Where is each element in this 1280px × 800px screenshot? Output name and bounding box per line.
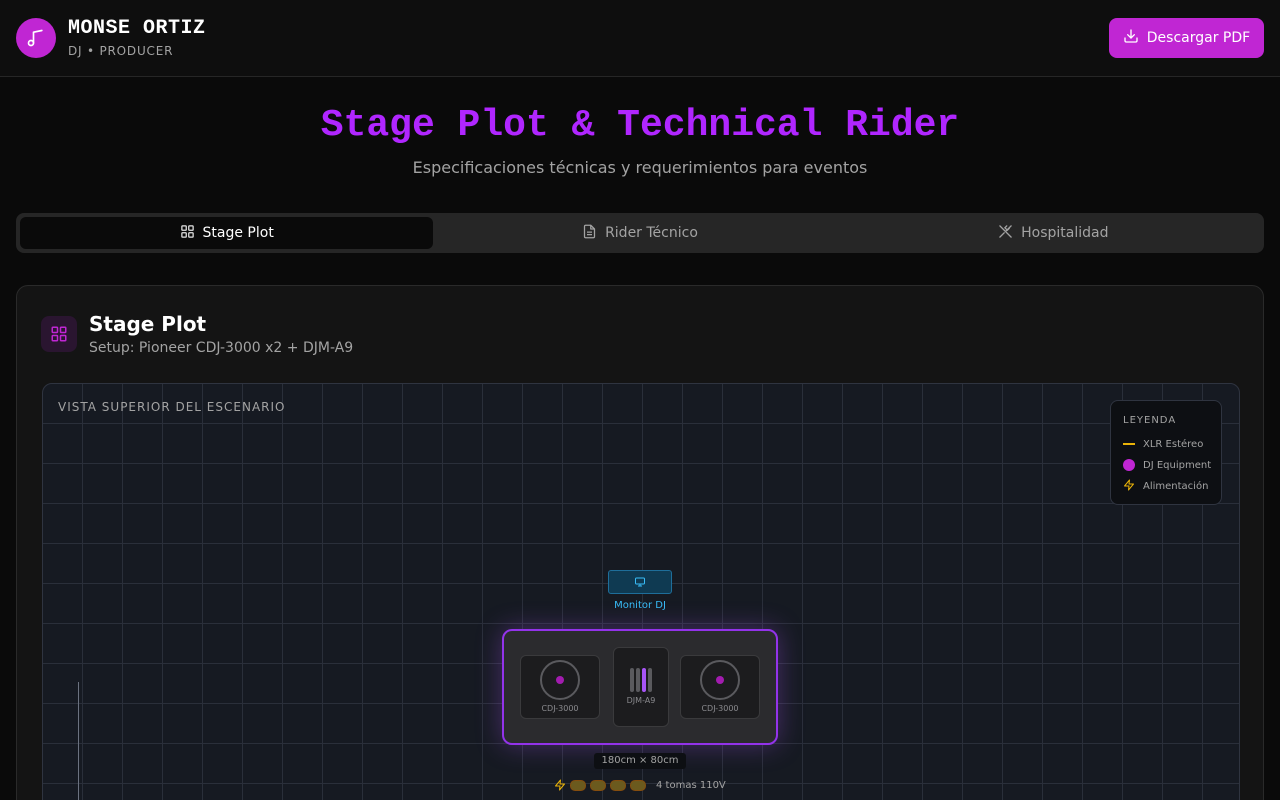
music-note-icon [16, 18, 56, 58]
cdj-right[interactable]: CDJ-3000 [680, 655, 760, 719]
legend-item-dj-equipment: DJ Equipment [1123, 458, 1211, 472]
outlet-icon [570, 779, 586, 791]
lightning-icon [1123, 479, 1135, 494]
top-header: MONSE ORTIZ DJ • PRODUCER Descargar PDF [0, 0, 1280, 77]
legend: LEYENDA XLR Estéreo DJ Equipment Aliment… [1110, 400, 1222, 505]
stage-view-label: VISTA SUPERIOR DEL ESCENARIO [58, 400, 286, 414]
card-subtitle: Setup: Pioneer CDJ-3000 x2 + DJM-A9 [89, 340, 354, 356]
tab-stage-plot[interactable]: Stage Plot [20, 217, 434, 249]
monitor-label: Monitor DJ [614, 600, 666, 611]
page-title: Stage Plot & Technical Rider [320, 104, 960, 147]
page-subtitle: Especificaciones técnicas y requerimient… [412, 158, 868, 177]
power-label: 4 tomas 110V [656, 779, 726, 791]
legend-label: Alimentación [1143, 480, 1209, 492]
fader-icon [636, 668, 640, 692]
section-tabs: Stage Plot Rider Técnico Hospitalidad [16, 213, 1264, 253]
stage-plot-card: Stage Plot Setup: Pioneer CDJ-3000 x2 + … [16, 285, 1264, 800]
download-icon [1123, 28, 1139, 48]
dj-booth[interactable]: CDJ-3000 DJM-A9 CDJ-3000 [502, 629, 778, 745]
artist-role: DJ • PRODUCER [68, 44, 174, 58]
tab-label: Stage Plot [202, 225, 274, 241]
cdj-left[interactable]: CDJ-3000 [520, 655, 600, 719]
legend-item-power: Alimentación [1123, 479, 1208, 493]
equipment-dot-icon [1123, 459, 1135, 471]
legend-item-xlr: XLR Estéreo [1123, 437, 1203, 451]
grid-icon [41, 316, 77, 352]
jog-wheel-icon [540, 660, 580, 700]
artist-name: MONSE ORTIZ [68, 17, 206, 40]
xlr-line-icon [1123, 443, 1135, 445]
outlet-icon [610, 779, 626, 791]
tab-hospitalidad[interactable]: Hospitalidad [847, 217, 1260, 249]
fader-icon [630, 668, 634, 692]
download-pdf-button[interactable]: Descargar PDF [1109, 18, 1264, 58]
utensils-icon [998, 224, 1013, 243]
booth-dimensions: 180cm × 80cm [594, 753, 686, 769]
legend-title: LEYENDA [1123, 415, 1177, 426]
dj-monitor[interactable] [608, 570, 672, 594]
cdj-right-label: CDJ-3000 [701, 704, 739, 713]
tab-label: Hospitalidad [1021, 225, 1109, 241]
outlet-icon [590, 779, 606, 791]
lightning-icon [554, 776, 566, 795]
mixer[interactable]: DJM-A9 [613, 647, 669, 727]
legend-label: DJ Equipment [1143, 459, 1212, 471]
monitor-icon [634, 573, 646, 592]
cdj-left-label: CDJ-3000 [541, 704, 579, 713]
download-pdf-label: Descargar PDF [1146, 30, 1251, 46]
card-title: Stage Plot [89, 312, 207, 336]
stage-view: VISTA SUPERIOR DEL ESCENARIO LEYENDA XLR… [42, 383, 1240, 800]
jog-wheel-icon [700, 660, 740, 700]
mixer-label: DJM-A9 [626, 696, 656, 705]
grid-icon [180, 224, 195, 243]
outlet-icon [630, 779, 646, 791]
cable-line [78, 682, 79, 800]
legend-label: XLR Estéreo [1143, 438, 1204, 450]
fader-icon [648, 668, 652, 692]
tab-rider-tecnico[interactable]: Rider Técnico [433, 217, 846, 249]
tab-label: Rider Técnico [605, 225, 698, 241]
fader-icon [642, 668, 646, 692]
power-outlets: 4 tomas 110V [554, 777, 726, 793]
document-icon [582, 224, 597, 243]
